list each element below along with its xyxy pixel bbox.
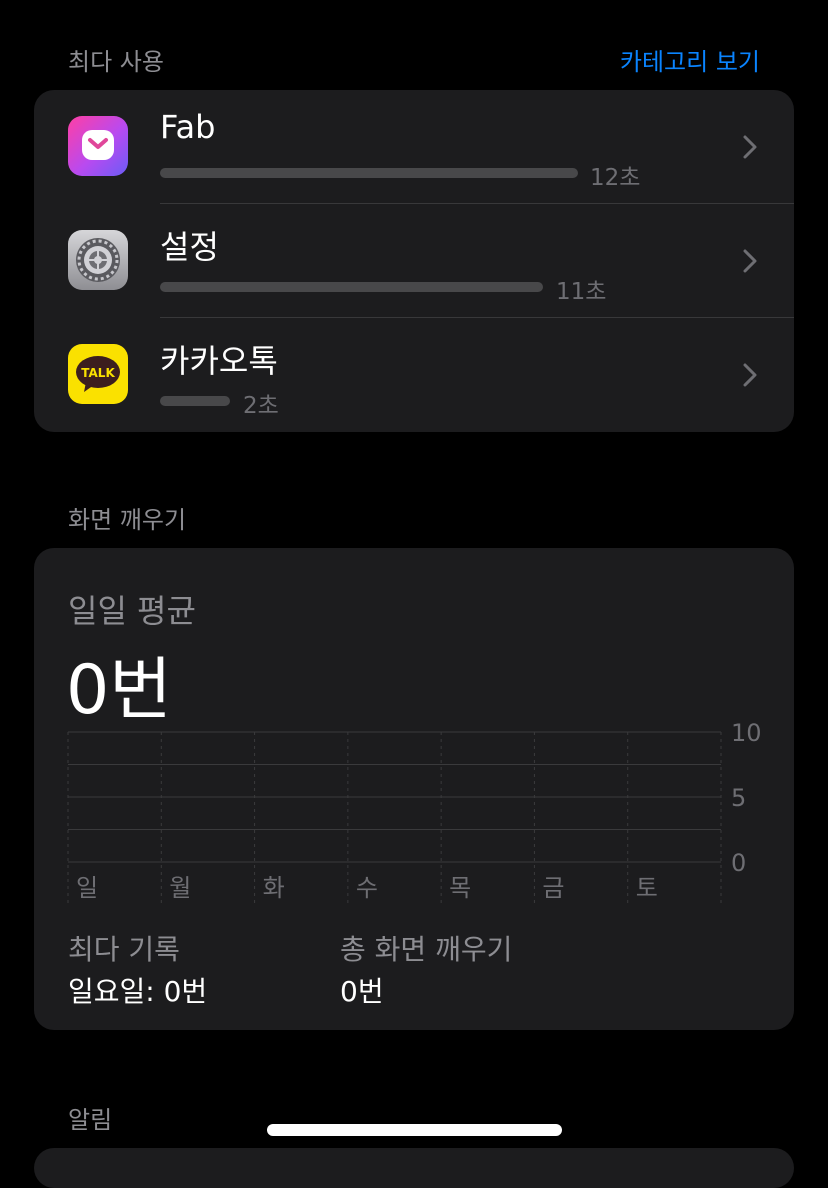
chevron-right-icon (743, 249, 757, 273)
notifications-card (34, 1148, 794, 1188)
daily-average-label: 일일 평균 (68, 592, 196, 630)
pickups-card: 일일 평균 0번 10 5 0 일 월 화 수 목 금 토 최다 기록 일요일: 0번 총 화면 … (34, 548, 794, 1030)
total-pickups-value: 0번 (340, 975, 384, 1008)
chevron-right-icon (743, 135, 757, 159)
notifications-header: 알림 (68, 1106, 113, 1134)
app-name: Fab (160, 108, 216, 146)
x-tick-label: 일 (76, 874, 98, 902)
usage-time: 11초 (556, 279, 607, 305)
x-tick-label: 토 (636, 874, 658, 902)
usage-bar (160, 168, 578, 178)
most-used-card: Fab 12초 설정 11초 TALK 카카오톡 2초 (34, 90, 794, 432)
most-used-header: 최다 사용 (68, 48, 164, 76)
usage-bar (160, 396, 230, 406)
app-row-kakaotalk[interactable]: TALK 카카오톡 2초 (34, 318, 794, 432)
y-tick-label: 0 (731, 849, 746, 877)
kakaotalk-icon-text: TALK (81, 366, 115, 380)
max-record-label: 최다 기록 (68, 933, 180, 966)
pickups-chart: 10 5 0 일 월 화 수 목 금 토 (67, 719, 762, 904)
usage-bar (160, 282, 543, 292)
app-row-settings[interactable]: 설정 11초 (34, 204, 794, 318)
app-row-fab[interactable]: Fab 12초 (34, 90, 794, 204)
total-pickups-label: 총 화면 깨우기 (340, 933, 513, 966)
usage-time: 2초 (243, 393, 279, 419)
fab-app-icon (68, 116, 128, 176)
x-tick-label: 금 (542, 874, 564, 902)
home-indicator[interactable] (267, 1124, 562, 1136)
chevron-right-icon (743, 363, 757, 387)
y-tick-label: 5 (731, 784, 746, 812)
app-name: 카카오톡 (160, 342, 278, 380)
x-tick-label: 목 (449, 874, 471, 902)
max-record-value: 일요일: 0번 (68, 975, 208, 1008)
x-tick-label: 월 (169, 874, 191, 902)
y-tick-label: 10 (731, 719, 762, 747)
x-tick-label: 수 (356, 874, 378, 902)
kakaotalk-icon: TALK (68, 344, 128, 404)
view-categories-link[interactable]: 카테고리 보기 (620, 42, 760, 77)
pickups-header: 화면 깨우기 (68, 506, 187, 534)
x-tick-label: 화 (263, 874, 285, 902)
settings-gear-icon (68, 230, 128, 290)
app-name: 설정 (160, 228, 219, 266)
usage-time: 12초 (590, 165, 641, 191)
